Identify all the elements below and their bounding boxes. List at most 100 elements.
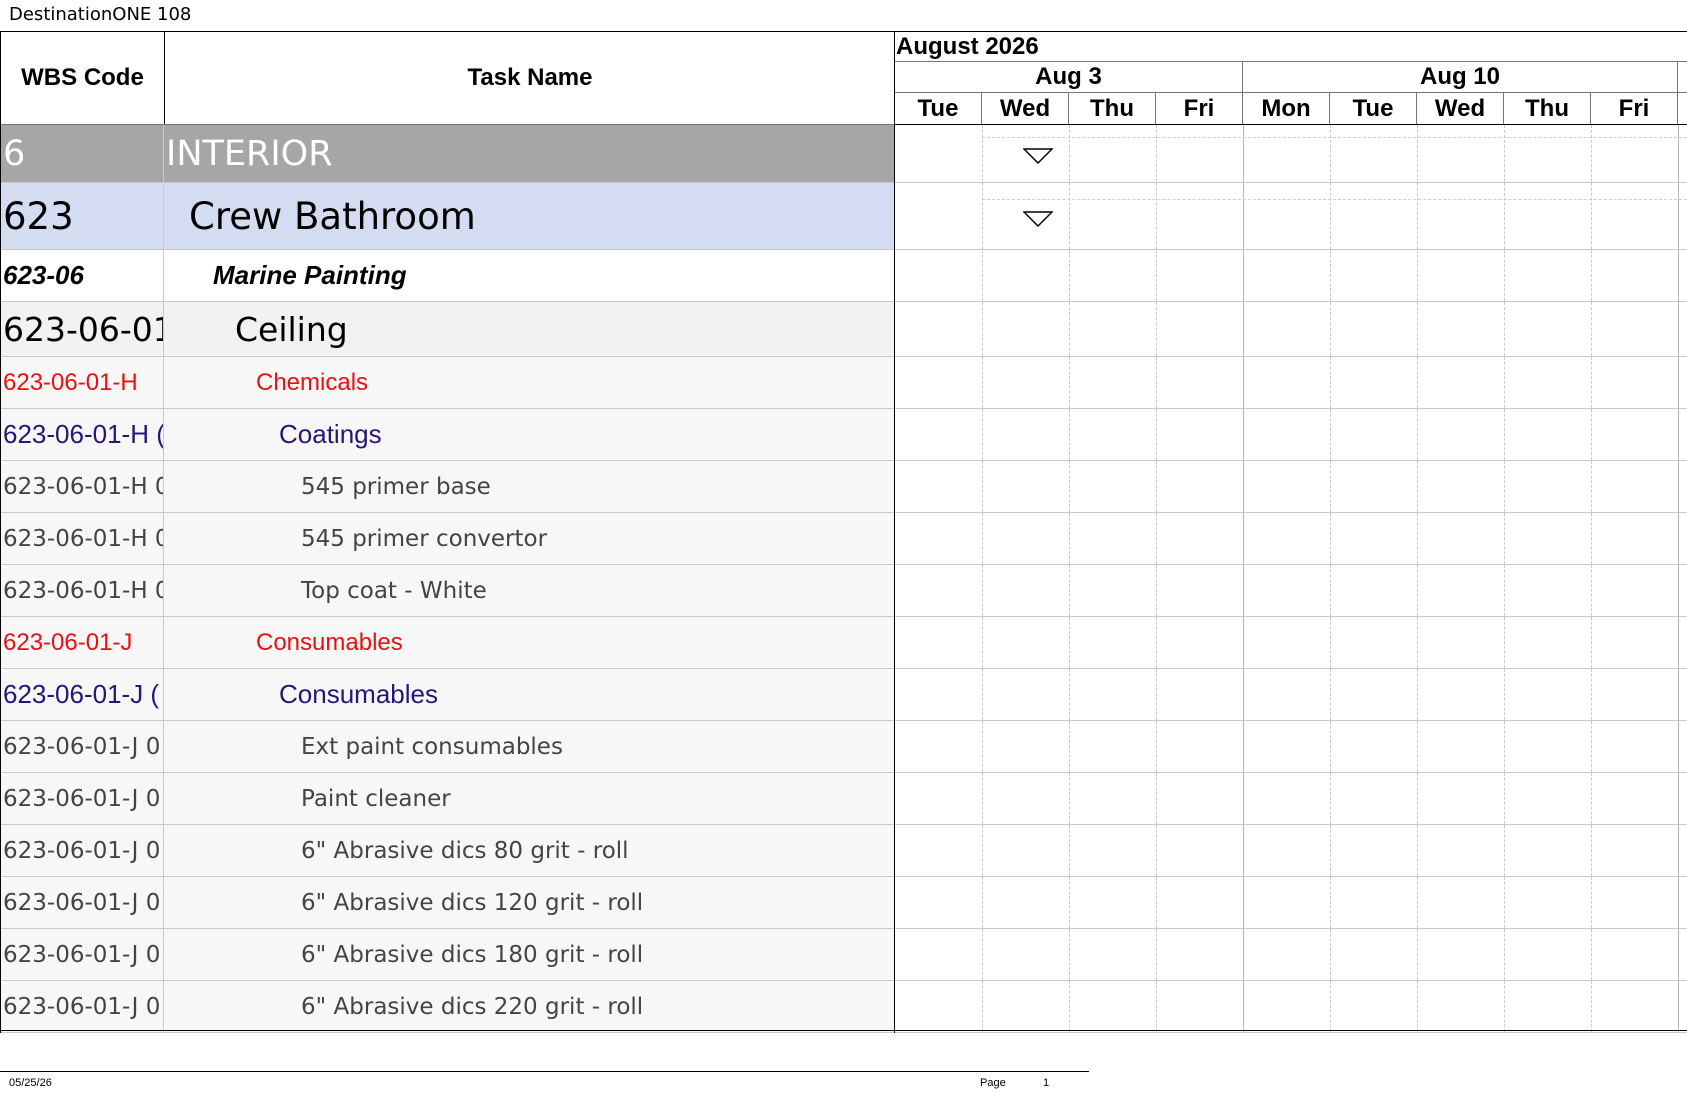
gantt-gridline [1678,773,1679,824]
gantt-gridline [1330,721,1331,772]
day-header: Tue Wed Thu Fri Mon Tue Wed Thu Fri [895,93,1687,125]
gantt-gridline [1591,461,1592,512]
gantt-gridline [1417,183,1418,249]
table-row[interactable]: 623-06-01-J 01 6" Abrasive dics 180 grit … [1,929,895,981]
task-name-cell: 6" Abrasive dics 180 grit - roll [301,941,644,968]
milestone-down-triangle-icon[interactable] [1023,148,1053,164]
wbs-code-cell: 623-06-01-J 01 [1,877,164,928]
task-name-cell: Crew Bathroom [189,194,476,238]
table-row[interactable]: 623-06-01-H 0: 545 primer convertor [1,513,895,565]
table-row[interactable]: 623-06 Marine Painting [1,250,895,302]
table-row[interactable]: 623-06-01-H Chemicals [1,357,895,409]
gantt-gridline [1591,617,1592,668]
table-row[interactable]: 623-06-01-J 01 6" Abrasive dics 80 grit -… [1,825,895,877]
wbs-code-header[interactable]: WBS Code [1,32,165,124]
wbs-code-cell: 623 [1,183,164,249]
table-row[interactable]: 623-06-01-J (Consumables [1,669,895,721]
gantt-gridline [1417,461,1418,512]
gantt-gridline [1156,929,1157,980]
gantt-gridline [1330,877,1331,928]
gantt-gridline [1678,357,1679,408]
gantt-row [895,929,1687,981]
gantt-gridline [1417,250,1418,301]
gantt-gridline [1678,721,1679,772]
gantt-gridline [1156,183,1157,249]
gantt-gridline [1504,669,1505,720]
gantt-gridline [1678,125,1679,182]
table-row[interactable]: 623-06-01-J 01 6" Abrasive dics 120 grit … [1,877,895,929]
gantt-gridline [1156,357,1157,408]
day-label: Wed [982,93,1069,124]
gantt-gridline [1330,409,1331,460]
table-row[interactable]: 623-06-01-J Consumables [1,617,895,669]
gantt-gridline [1069,877,1070,928]
gantt-gridline [1504,773,1505,824]
wbs-code-cell: 623-06-01-H 0: [1,565,164,616]
table-row[interactable]: 623-06-01-H 0: Top coat - White [1,565,895,617]
footer-divider [0,1071,1089,1072]
wbs-code-cell: 623-06-01-H 0: [1,513,164,564]
gantt-gridline [982,250,983,301]
wbs-code-cell: 623-06-01-H [1,357,164,408]
wbs-code-cell: 623-06-01-J 01 [1,981,164,1032]
gantt-row [895,125,1687,183]
gantt-gridline [1417,617,1418,668]
gantt-gridline [982,565,983,616]
table-row[interactable]: 623-06-01-H 0: 545 primer base [1,461,895,513]
gantt-gridline [1069,302,1070,356]
gantt-gridline [982,302,983,356]
gantt-gridline [982,461,983,512]
gantt-gridline [1156,513,1157,564]
gantt-gridline [1156,250,1157,301]
table-row[interactable]: 623-06-01-J 01 Paint cleaner [1,773,895,825]
gantt-gridline [1591,513,1592,564]
gantt-gridline [982,125,983,182]
gantt-gridline [1504,981,1505,1032]
task-rows: 6 INTERIOR 623 Crew Bathroom 623-06 Marine Pa… [1,125,895,1033]
gantt-chart: August 2026 Aug 3 Aug 10 Tue Wed Thu Fri Mon T… [894,31,1687,1033]
gantt-row [895,409,1687,461]
table-row[interactable]: 623-06-01-J 01 Ext paint consumables [1,721,895,773]
gantt-gridline [982,617,983,668]
gantt-gridline [982,929,983,980]
table-row[interactable]: 6 INTERIOR [1,125,895,183]
wbs-code-cell: 623-06-01-J [1,617,164,668]
task-name-cell: Chemicals [256,368,369,396]
table-row[interactable]: 623-06-01 Ceiling [1,302,895,357]
wbs-code-cell: 623-06-01-H ( [1,409,164,460]
gantt-gridline [1330,125,1331,182]
week-header: Aug 3 Aug 10 [895,62,1687,93]
gantt-gridline [1243,302,1244,356]
milestone-down-triangle-icon[interactable] [1023,211,1053,227]
gantt-gridline [1504,183,1505,249]
day-label: Thu [1504,93,1591,124]
gantt-gridline [982,773,983,824]
task-name-cell: 6" Abrasive dics 80 grit - roll [301,837,629,864]
document-title: DestinationONE 108 [9,4,192,25]
gantt-gridline [1156,877,1157,928]
gantt-row [895,183,1687,250]
task-name-cell: Top coat - White [301,577,487,604]
gantt-gridline [1243,877,1244,928]
gantt-gridline [1591,773,1592,824]
task-name-cell: Marine Painting [213,260,407,290]
gantt-gridline [1678,250,1679,301]
gantt-gridline [1591,357,1592,408]
footer-page-number: 1 [1043,1077,1050,1089]
gantt-gridline [1330,669,1331,720]
gantt-gridline [982,669,983,720]
gantt-gridline [1243,513,1244,564]
gantt-row [895,669,1687,721]
task-name-header[interactable]: Task Name [165,32,895,124]
table-row[interactable]: 623 Crew Bathroom [1,183,895,250]
gantt-gridline [1069,513,1070,564]
gantt-gridline [1069,773,1070,824]
gantt-gridline [1243,250,1244,301]
gantt-gridline [1678,565,1679,616]
table-row[interactable]: 623-06-01-H (Coatings [1,409,895,461]
gantt-gridline [1678,409,1679,460]
gantt-gridline [1330,461,1331,512]
table-row[interactable]: 623-06-01-J 01 6" Abrasive dics 220 grit … [1,981,895,1033]
week-label: Aug 3 [895,62,1243,92]
gantt-gridline [1330,773,1331,824]
